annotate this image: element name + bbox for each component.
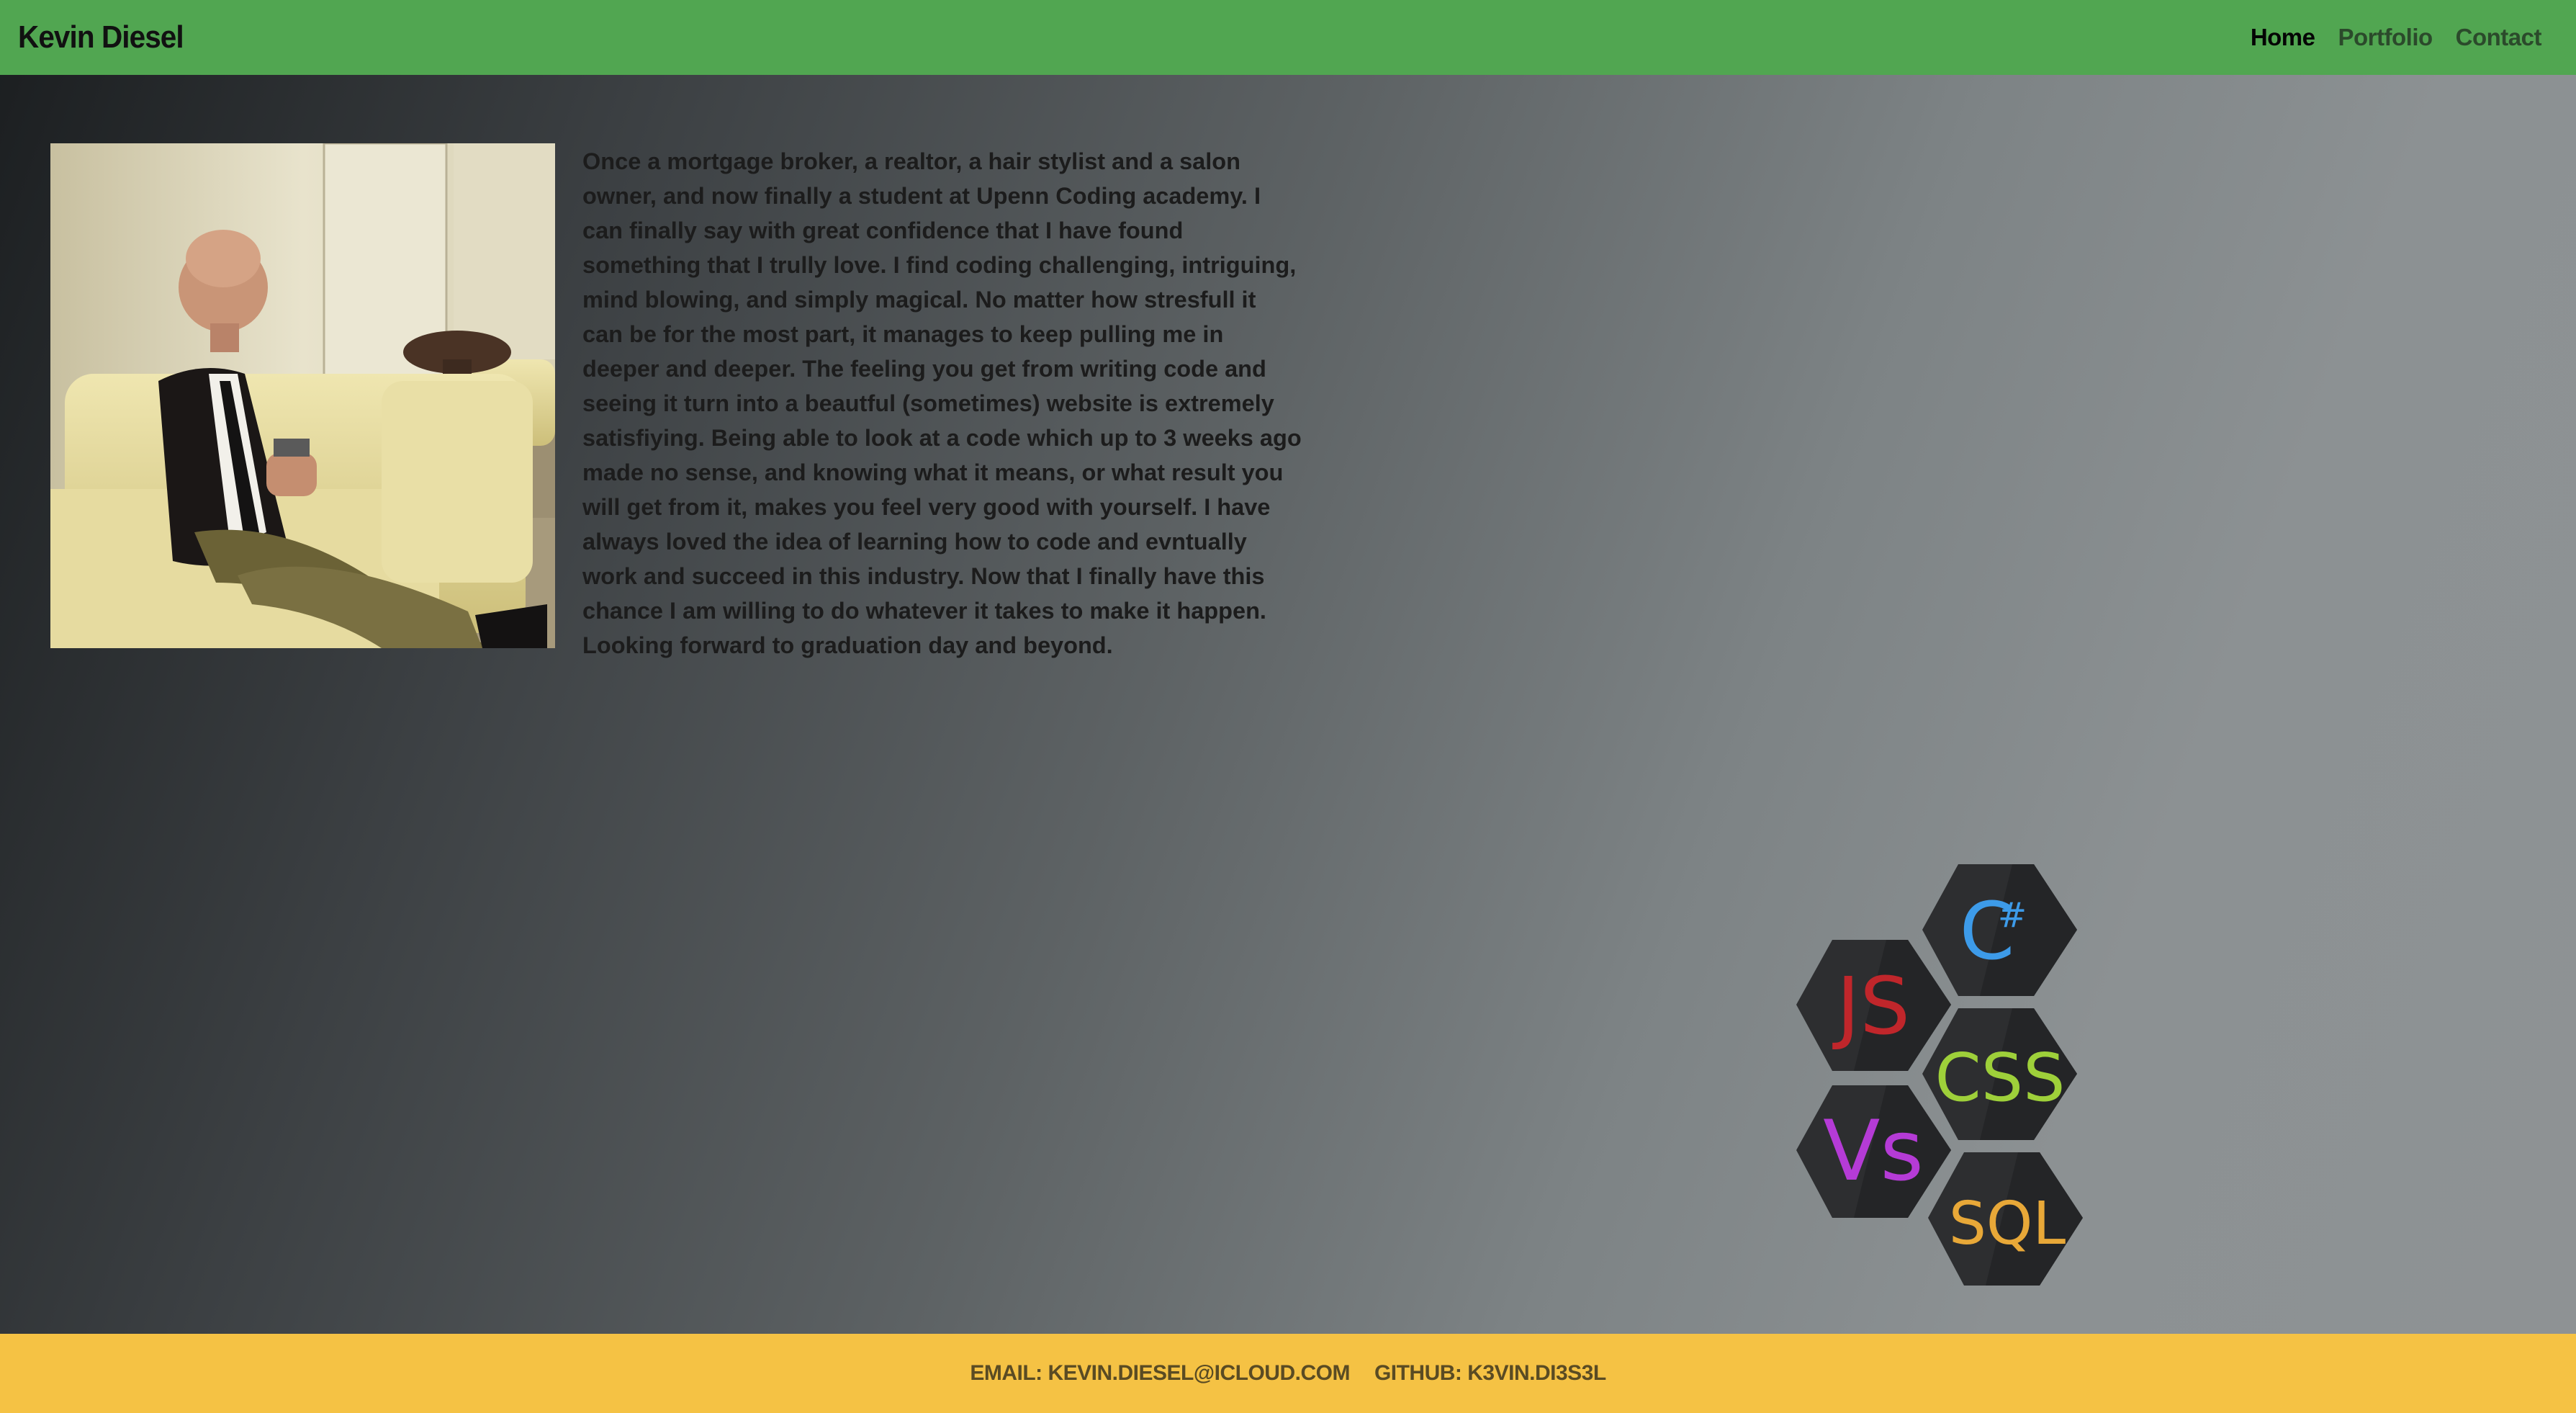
skills-hexagon-logo: C # JS CSS Vs SQL — [1793, 861, 2095, 1293]
csharp-sup: # — [1998, 895, 2027, 936]
footer-github[interactable]: GITHUB: K3VIN.DI3S3L — [1374, 1361, 1606, 1386]
css-hex-icon: CSS — [1922, 1008, 2077, 1140]
nav-portfolio-link[interactable]: Portfolio — [2338, 24, 2433, 51]
footer-email[interactable]: EMAIL: KEVIN.DIESEL@ICLOUD.COM — [970, 1361, 1350, 1386]
javascript-hex-icon: JS — [1796, 940, 1951, 1071]
nav-links: Home Portfolio Contact — [2251, 24, 2542, 51]
css-label: CSS — [1935, 1039, 2065, 1116]
sql-hex-icon: SQL — [1928, 1152, 2083, 1286]
nav-contact-link[interactable]: Contact — [2456, 24, 2542, 51]
vs-label: Vs — [1823, 1103, 1924, 1200]
brand-name[interactable]: Kevin Diesel — [18, 19, 184, 55]
profile-photo — [50, 143, 555, 648]
visual-studio-hex-icon: Vs — [1796, 1085, 1951, 1218]
navbar: Kevin Diesel Home Portfolio Contact — [0, 0, 2576, 75]
about-paragraph: Once a mortgage broker, a realtor, a hai… — [582, 148, 1302, 658]
csharp-hex-icon: C # — [1922, 864, 2077, 996]
js-label: JS — [1832, 960, 1910, 1052]
sql-label: SQL — [1949, 1190, 2066, 1258]
footer: EMAIL: KEVIN.DIESEL@ICLOUD.COM GITHUB: K… — [0, 1334, 2576, 1413]
nav-home-link[interactable]: Home — [2251, 24, 2315, 51]
